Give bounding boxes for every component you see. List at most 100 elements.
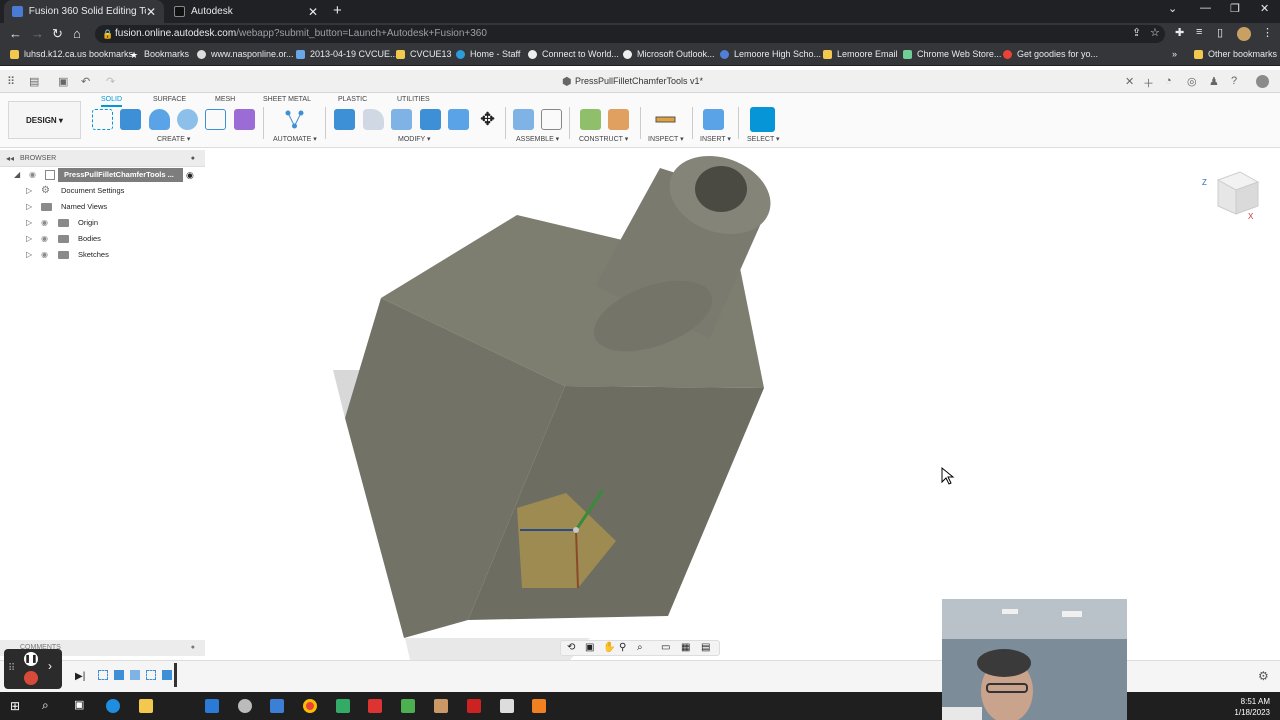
browser-root-node[interactable]: ◢ ◉ PressPullFilletChamferTools ... ◉ bbox=[0, 167, 205, 183]
back-arrow-icon[interactable]: ← bbox=[9, 26, 22, 41]
other-bookmarks[interactable]: Other bookmarks bbox=[1194, 49, 1277, 59]
expand-icon[interactable]: ▷ bbox=[26, 215, 32, 231]
tab-fusion-tutorial[interactable]: Fusion 360 Solid Editing Tools - C ✕ bbox=[4, 0, 164, 23]
fusion-icon[interactable] bbox=[532, 699, 546, 713]
collapse-panel-icon[interactable]: ◂◂ bbox=[6, 150, 14, 167]
reading-list-icon[interactable]: ≡ bbox=[1196, 26, 1202, 38]
save-icon[interactable]: ▣ bbox=[58, 75, 68, 88]
assemble-menu[interactable]: ASSEMBLE ▾ bbox=[516, 135, 559, 143]
visibility-eye-icon[interactable]: ◉ bbox=[41, 231, 48, 247]
new-tab-plus-icon[interactable]: ＋ bbox=[1143, 75, 1154, 91]
look-at-icon[interactable]: ▣ bbox=[585, 642, 594, 653]
profile-avatar[interactable] bbox=[1237, 27, 1251, 41]
visibility-eye-icon[interactable]: ◉ bbox=[41, 247, 48, 263]
user-avatar[interactable] bbox=[1256, 75, 1269, 88]
drag-handle-icon[interactable]: ⠿ bbox=[8, 663, 15, 674]
notifications-icon[interactable]: ♟ bbox=[1209, 75, 1219, 88]
orbit-icon[interactable]: ⟲ bbox=[567, 642, 575, 653]
offset-plane-icon[interactable] bbox=[580, 109, 601, 130]
expand-icon[interactable]: ▷ bbox=[26, 199, 32, 215]
reload-icon[interactable]: ↻ bbox=[52, 26, 63, 42]
app-icon[interactable] bbox=[336, 699, 350, 713]
pause-recording-icon[interactable]: ❚❚ bbox=[24, 652, 38, 666]
new-tab-button[interactable]: + bbox=[333, 2, 342, 19]
app-icon[interactable] bbox=[434, 699, 448, 713]
fit-icon[interactable]: ⌕ bbox=[637, 642, 643, 653]
bookmark-item[interactable]: Microsoft Outlook... bbox=[623, 49, 715, 59]
share-icon[interactable]: ⇪ bbox=[1132, 26, 1141, 39]
add-comment-icon[interactable]: ● bbox=[191, 640, 195, 656]
bookmark-item[interactable]: Chrome Web Store... bbox=[903, 49, 1001, 59]
address-bar[interactable]: 🔒 fusion.online.autodesk.com/webapp?subm… bbox=[95, 25, 1165, 43]
expand-icon[interactable]: ◢ bbox=[14, 167, 20, 183]
modify-menu[interactable]: MODIFY ▾ bbox=[398, 135, 431, 143]
job-status-icon[interactable]: ◎ bbox=[1187, 75, 1197, 88]
expand-icon[interactable]: ▷ bbox=[26, 183, 32, 199]
more-bookmarks-icon[interactable]: » bbox=[1172, 49, 1177, 59]
tab-surface[interactable]: SURFACE bbox=[153, 96, 186, 103]
pan-icon[interactable]: ✋ bbox=[603, 642, 615, 653]
expand-icon[interactable]: ▷ bbox=[26, 247, 32, 263]
hole-icon[interactable] bbox=[177, 109, 198, 130]
fillet-icon[interactable] bbox=[363, 109, 384, 130]
bookmark-item[interactable]: Home - Staff bbox=[456, 49, 520, 59]
close-tab-icon[interactable]: ✕ bbox=[146, 5, 156, 19]
press-pull-icon[interactable] bbox=[334, 109, 355, 130]
form-icon[interactable] bbox=[234, 109, 255, 130]
insert-menu[interactable]: INSERT ▾ bbox=[700, 135, 731, 143]
search-icon[interactable]: ⌕ bbox=[42, 698, 49, 713]
pattern-icon[interactable] bbox=[205, 109, 226, 130]
create-sketch-icon[interactable] bbox=[92, 109, 113, 130]
select-menu[interactable]: SELECT ▾ bbox=[747, 135, 780, 143]
select-icon[interactable] bbox=[750, 107, 775, 132]
data-panel-icon[interactable]: ⠿ bbox=[7, 75, 15, 88]
zoom-icon[interactable]: ⚲ bbox=[619, 642, 626, 653]
split-body-icon[interactable] bbox=[448, 109, 469, 130]
tab-search-icon[interactable]: ⌄ bbox=[1168, 2, 1177, 15]
timeline-sketch-icon[interactable] bbox=[146, 670, 156, 680]
plane-at-angle-icon[interactable] bbox=[608, 109, 629, 130]
undo-icon[interactable]: ↶ bbox=[81, 75, 90, 88]
insert-image-icon[interactable] bbox=[703, 109, 724, 130]
automate-icon[interactable] bbox=[284, 109, 305, 130]
home-icon[interactable]: ⌂ bbox=[73, 26, 81, 41]
timeline-settings-icon[interactable]: ⚙ bbox=[1258, 669, 1269, 683]
extensions-icon[interactable]: ◔ bbox=[1165, 75, 1172, 87]
close-tab-icon[interactable]: ✕ bbox=[308, 5, 318, 19]
close-window-button[interactable]: ✕ bbox=[1260, 2, 1269, 15]
move-icon[interactable]: ✥ bbox=[477, 109, 498, 130]
new-component-icon[interactable] bbox=[513, 109, 534, 130]
acrobat-icon[interactable] bbox=[467, 699, 481, 713]
joint-icon[interactable] bbox=[541, 109, 562, 130]
app-icon[interactable] bbox=[500, 699, 514, 713]
menu-icon[interactable]: ⋮ bbox=[1262, 26, 1273, 39]
bookmark-item[interactable]: Get goodies for yo... bbox=[1003, 49, 1098, 59]
expand-recorder-icon[interactable]: › bbox=[48, 659, 52, 673]
help-icon[interactable]: ? bbox=[1231, 75, 1237, 87]
visibility-eye-icon[interactable]: ◉ bbox=[41, 215, 48, 231]
timeline-extrude-icon[interactable] bbox=[162, 670, 172, 680]
minimize-button[interactable]: — bbox=[1200, 2, 1211, 14]
mail-icon[interactable] bbox=[205, 699, 219, 713]
app-icon[interactable] bbox=[238, 699, 252, 713]
tab-mesh[interactable]: MESH bbox=[215, 96, 235, 103]
start-icon[interactable]: ⊞ bbox=[10, 699, 20, 713]
automate-menu[interactable]: AUTOMATE ▾ bbox=[273, 135, 317, 143]
system-clock[interactable]: 8:51 AM 1/18/2023 bbox=[1234, 696, 1270, 718]
file-explorer-icon[interactable] bbox=[139, 699, 153, 713]
bookmark-item[interactable]: Lemoore Email bbox=[823, 49, 898, 59]
revolve-icon[interactable] bbox=[149, 109, 170, 130]
display-settings-icon[interactable]: ▭ bbox=[661, 642, 670, 653]
browser-item-document-settings[interactable]: ▷ ⚙ Document Settings bbox=[0, 183, 205, 199]
bookmark-item[interactable]: luhsd.k12.ca.us bookmarks bbox=[10, 49, 133, 59]
bookmark-item[interactable]: www.nasponline.or... bbox=[197, 49, 294, 59]
restore-button[interactable]: ❐ bbox=[1230, 2, 1240, 15]
browser-item-named-views[interactable]: ▷ Named Views bbox=[0, 199, 205, 215]
tab-sheet-metal[interactable]: SHEET METAL bbox=[263, 96, 311, 103]
measure-icon[interactable] bbox=[655, 109, 676, 130]
workspace-switcher[interactable]: DESIGN ▾ bbox=[8, 101, 81, 139]
tab-autodesk[interactable]: Autodesk ✕ bbox=[166, 0, 326, 23]
create-menu[interactable]: CREATE ▾ bbox=[157, 135, 190, 143]
timeline-feature-icon[interactable] bbox=[130, 670, 140, 680]
viewports-icon[interactable]: ▤ bbox=[701, 642, 710, 653]
